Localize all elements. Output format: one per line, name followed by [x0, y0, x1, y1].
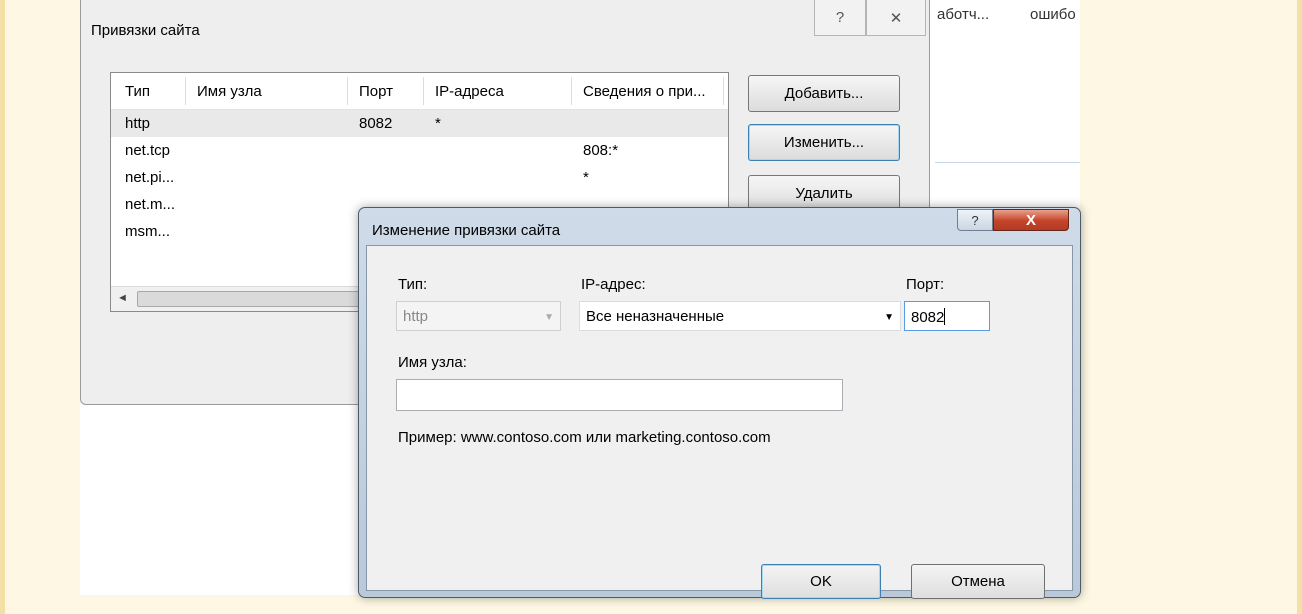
dialog-help-button[interactable]: ?	[957, 209, 993, 231]
host-name-input[interactable]	[396, 379, 843, 411]
row-info: *	[583, 169, 589, 186]
table-row[interactable]: http 8082 *	[111, 110, 728, 137]
edit-binding-dialog: Изменение привязки сайта ? X Тип: http ▼…	[358, 207, 1081, 599]
column-separator[interactable]	[423, 77, 424, 105]
column-separator[interactable]	[347, 77, 348, 105]
row-ip: *	[435, 115, 441, 132]
type-label: Тип:	[398, 276, 428, 293]
column-header-port[interactable]: Порт	[359, 83, 393, 100]
port-input[interactable]: 8082	[904, 301, 990, 331]
close-icon: X	[1025, 211, 1036, 229]
text-caret	[944, 308, 946, 325]
remove-button-label: Удалить	[795, 185, 853, 202]
table-row[interactable]: net.tcp 808:*	[111, 137, 728, 164]
type-select: http ▼	[396, 301, 561, 331]
edit-button-label: Изменить...	[783, 134, 865, 151]
ok-button[interactable]: OK	[761, 564, 881, 599]
dialog-body: Тип: http ▼ IP-адрес: Все неназначенные …	[366, 245, 1073, 599]
row-type: net.m...	[125, 196, 176, 213]
column-header-host[interactable]: Имя узла	[197, 83, 262, 100]
example-hint: Пример: www.contoso.com или marketing.co…	[398, 429, 771, 446]
column-separator[interactable]	[571, 77, 572, 105]
ok-button-label: OK	[810, 573, 832, 590]
dialog-title: Изменение привязки сайта	[372, 222, 561, 239]
add-button[interactable]: Добавить...	[748, 75, 900, 112]
port-label: Порт:	[906, 276, 945, 293]
background-divider	[935, 162, 1080, 163]
background-column-text-b: ошибо	[1030, 6, 1076, 23]
column-header-type[interactable]: Тип	[125, 83, 150, 100]
help-button[interactable]: ?	[814, 0, 866, 36]
column-header-ip[interactable]: IP-адреса	[435, 83, 504, 100]
row-type: http	[125, 115, 151, 132]
list-header: Тип Имя узла Порт IP-адреса Сведения о п…	[111, 73, 728, 110]
cancel-button[interactable]: Отмена	[911, 564, 1045, 599]
page-left-border	[0, 0, 5, 614]
ip-address-select[interactable]: Все неназначенные ▼	[579, 301, 901, 331]
row-info: 808:*	[583, 142, 619, 159]
scrollbar-thumb[interactable]	[137, 291, 369, 307]
window-title: Привязки сайта	[91, 22, 200, 39]
ip-value: Все неназначенные	[586, 308, 725, 325]
background-column-text-a: аботч...	[937, 6, 990, 23]
window-controls: ? ✕	[814, 0, 926, 38]
column-header-info[interactable]: Сведения о при...	[583, 83, 706, 100]
page-right-border	[1297, 0, 1302, 614]
host-label: Имя узла:	[398, 354, 467, 371]
cancel-button-label: Отмена	[951, 573, 1005, 590]
column-separator[interactable]	[185, 77, 186, 105]
table-row[interactable]: net.pi... *	[111, 164, 728, 191]
row-type: net.tcp	[125, 142, 171, 159]
type-value: http	[403, 308, 429, 325]
add-button-label: Добавить...	[784, 85, 864, 102]
port-value: 8082	[911, 309, 945, 326]
close-icon: ✕	[889, 9, 903, 27]
dialog-close-button[interactable]: X	[993, 209, 1069, 231]
ip-label: IP-адрес:	[581, 276, 646, 293]
help-icon: ?	[835, 9, 845, 26]
row-type: net.pi...	[125, 169, 175, 186]
scroll-left-icon[interactable]: ◄	[117, 292, 128, 304]
row-type: msm...	[125, 223, 170, 240]
chevron-down-icon: ▼	[544, 312, 554, 323]
edit-button[interactable]: Изменить...	[748, 124, 900, 161]
chevron-down-icon[interactable]: ▼	[884, 312, 894, 323]
help-icon: ?	[971, 212, 979, 228]
row-port: 8082	[359, 115, 393, 132]
close-button[interactable]: ✕	[866, 0, 926, 36]
column-separator[interactable]	[723, 77, 724, 105]
